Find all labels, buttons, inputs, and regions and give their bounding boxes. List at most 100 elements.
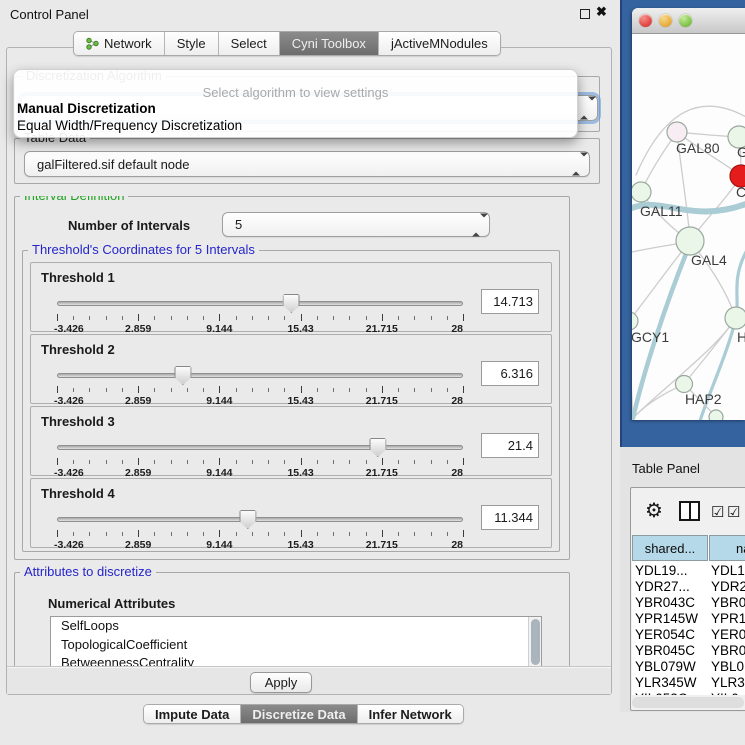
zoom-traffic-light-icon[interactable] <box>679 14 692 27</box>
network-node[interactable] <box>667 122 687 142</box>
settings-scroll-area: Interval Definition Number of Intervals … <box>0 196 578 666</box>
network-edge[interactable] <box>684 318 736 384</box>
close-icon[interactable]: ✖ <box>596 4 607 20</box>
network-node-label: C <box>736 184 745 200</box>
network-node[interactable] <box>676 376 693 393</box>
tab-label: Impute Data <box>155 707 229 722</box>
tab-cyni-toolbox[interactable]: Cyni Toolbox <box>280 32 379 55</box>
threshold-label: Threshold 1 <box>41 270 115 285</box>
table-data-combo[interactable]: galFiltered.sif default node <box>24 151 590 177</box>
apply-button[interactable]: Apply <box>250 672 312 693</box>
popup-option[interactable]: Equal Width/Frequency Discretization <box>14 117 577 134</box>
attribute-item[interactable]: BetweennessCentrality <box>51 654 541 666</box>
threshold-value-field[interactable]: 21.4 <box>481 433 539 458</box>
threshold-label: Threshold 4 <box>41 486 115 501</box>
table-row[interactable]: YER054CYER0 <box>632 627 745 643</box>
network-node-label: GAL4 <box>691 252 727 268</box>
slider-track[interactable] <box>57 301 463 306</box>
table-hscrollbar[interactable] <box>632 697 744 708</box>
tab-discretize-data[interactable]: Discretize Data <box>241 705 357 723</box>
network-node-label: H <box>737 329 745 345</box>
threshold-label: Threshold 3 <box>41 414 115 429</box>
cell-name: YDR2 <box>711 579 745 595</box>
cell-name: YLR3 <box>711 675 745 691</box>
threshold-value-field[interactable]: 11.344 <box>481 505 539 530</box>
cell-name: YIL0 <box>711 691 739 695</box>
threshold-slider[interactable]: -3.4262.8599.14415.4321.71528 <box>57 373 463 407</box>
cell-name: YBL0 <box>711 659 744 675</box>
scale-label: 9.144 <box>206 539 232 551</box>
column-header-name[interactable]: na <box>709 535 745 561</box>
table-row[interactable]: YPR145WYPR1 <box>632 611 745 627</box>
network-node[interactable] <box>676 227 704 255</box>
table-row[interactable]: YBR045CYBR0 <box>632 643 745 659</box>
table-row[interactable]: YDR27...YDR2 <box>632 579 745 595</box>
node-table: shared... na YDL19...YDL1YDR27...YDR2YBR… <box>632 535 745 695</box>
combo-stepper-icon <box>572 157 580 172</box>
threshold-slider[interactable]: -3.4262.8599.14415.4321.71528 <box>57 445 463 479</box>
column-header-shared-name[interactable]: shared... <box>632 535 708 561</box>
combo-stepper-icon <box>472 217 480 232</box>
cell-shared-name: YBR043C <box>635 595 695 611</box>
tab-infer-network[interactable]: Infer Network <box>358 705 463 723</box>
slider-thumb[interactable] <box>283 294 300 313</box>
tab-select[interactable]: Select <box>219 32 280 55</box>
slider-track[interactable] <box>57 373 463 378</box>
gear-icon[interactable]: ⚙ <box>645 498 663 523</box>
checkbox-icon[interactable]: ☑ <box>711 503 724 521</box>
slider-thumb[interactable] <box>369 438 386 457</box>
table-row[interactable]: YDL19...YDL1 <box>632 563 745 579</box>
table-row[interactable]: YLR345W YLR3 <box>632 675 745 691</box>
tab-style[interactable]: Style <box>165 32 219 55</box>
network-node[interactable] <box>632 312 638 330</box>
network-node-label: GAL11 <box>640 203 683 219</box>
combo-stepper-icon <box>580 101 588 116</box>
network-canvas[interactable]: GAL80GACGAL11GAL4GCY1HHAP2 <box>632 34 745 420</box>
attribute-item[interactable]: TopologicalCoefficient <box>51 636 541 655</box>
table-row[interactable]: YIL052C YIL0 <box>632 691 745 695</box>
slider-ticks <box>57 530 463 538</box>
table-row[interactable]: YBR043CYBR0 <box>632 595 745 611</box>
cell-shared-name: YLR345W <box>635 675 697 691</box>
table-row[interactable]: YBL079WYBL0 <box>632 659 745 675</box>
threshold-box: Threshold 2 -3.4262.8599.14415.4321.71528… <box>30 334 552 404</box>
tab-network[interactable]: Network <box>74 32 165 55</box>
slider-track[interactable] <box>57 445 463 450</box>
tab-label: Style <box>177 36 206 51</box>
attributes-list-scrollbar[interactable] <box>528 617 541 666</box>
slider-ticks <box>57 458 463 466</box>
network-edge[interactable] <box>632 241 690 321</box>
network-node[interactable] <box>632 182 651 202</box>
threshold-slider[interactable]: -3.4262.8599.14415.4321.71528 <box>57 301 463 335</box>
attributes-list[interactable]: SelfLoopsTopologicalCoefficientBetweenne… <box>50 616 542 666</box>
tab-jactivemnodules[interactable]: jActiveMNodules <box>379 32 500 55</box>
threshold-slider[interactable]: -3.4262.8599.14415.4321.71528 <box>57 517 463 551</box>
interval-definition-title: Interval Definition <box>20 196 128 203</box>
threshold-box: Threshold 4 -3.4262.8599.14415.4321.71528… <box>30 478 552 548</box>
network-node[interactable] <box>725 307 745 329</box>
scale-label: 28 <box>451 539 463 551</box>
network-node[interactable] <box>709 410 723 420</box>
close-traffic-light-icon[interactable] <box>639 14 652 27</box>
attribute-item[interactable]: SelfLoops <box>51 617 541 636</box>
network-icon <box>86 37 99 50</box>
tab-impute-data[interactable]: Impute Data <box>144 705 241 723</box>
float-window-icon[interactable] <box>580 9 590 19</box>
minimize-traffic-light-icon[interactable] <box>659 14 672 27</box>
slider-thumb[interactable] <box>174 366 191 385</box>
checkbox-icon[interactable]: ☑ <box>727 503 740 521</box>
threshold-value-field[interactable]: 14.713 <box>481 289 539 314</box>
num-intervals-label: Number of Intervals <box>68 218 190 233</box>
slider-ticks <box>57 386 463 394</box>
cell-name: YDL1 <box>711 563 745 579</box>
num-intervals-combo[interactable]: 5 <box>222 212 490 237</box>
slider-thumb[interactable] <box>239 510 256 529</box>
popup-option[interactable]: Manual Discretization <box>14 100 577 117</box>
slider-track[interactable] <box>57 517 463 522</box>
screen: Control Panel ✖ NetworkStyleSelectCyni T… <box>0 0 745 745</box>
split-table-icon[interactable] <box>679 501 700 521</box>
cell-shared-name: YIL052C <box>635 691 688 695</box>
threshold-label: Threshold 2 <box>41 342 115 357</box>
thresholds-group-title: Threshold's Coordinates for 5 Intervals <box>28 243 259 257</box>
threshold-value-field[interactable]: 6.316 <box>481 361 539 386</box>
